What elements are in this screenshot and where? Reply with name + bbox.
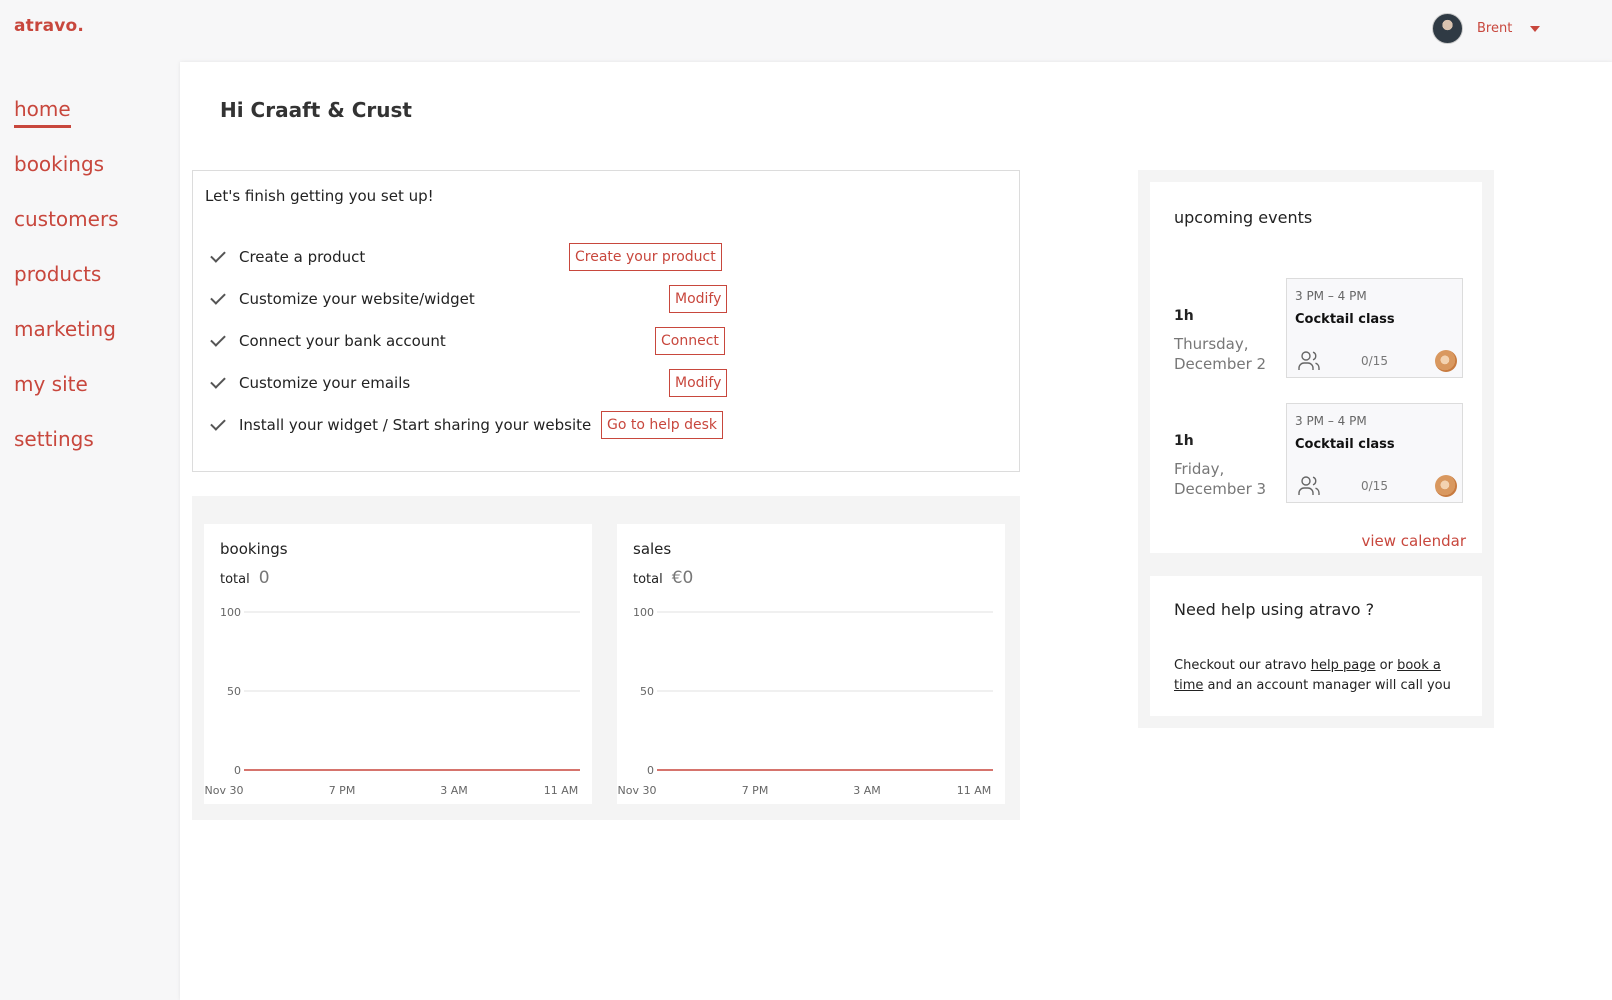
y-tick-label: 100 — [633, 606, 654, 619]
event-name: Cocktail class — [1295, 312, 1395, 327]
chart-total: total 0 — [220, 568, 270, 588]
task-label: Connect your bank account — [239, 332, 446, 350]
view-calendar-link[interactable]: view calendar — [1361, 532, 1466, 550]
sidebar-item-bookings[interactable]: bookings — [14, 150, 175, 205]
main-content: Hi Craaft & Crust Let's finish getting y… — [180, 62, 1612, 1000]
modify-website-button[interactable]: Modify — [669, 285, 728, 313]
help-page-link[interactable]: help page — [1311, 658, 1376, 673]
help-title: Need help using atravo ? — [1174, 600, 1375, 619]
setup-task: Create a product — [210, 243, 366, 271]
bookings-chart-card: bookings total 0 100 50 0 Nov 30 7 PM 3 AM 11 … — [204, 524, 592, 804]
x-tick-label: 11 AM — [957, 784, 992, 797]
chart-total-value: 0 — [258, 568, 270, 588]
x-tick-label: Nov 30 — [618, 784, 657, 797]
event-time: 3 PM – 4 PM — [1295, 414, 1367, 428]
task-label: Create a product — [239, 248, 366, 266]
people-icon — [1298, 351, 1320, 370]
help-text-part: and an account manager will call you — [1203, 678, 1451, 693]
charts-panel: bookings total 0 100 50 0 Nov 30 7 PM 3 AM 11 … — [192, 496, 1020, 820]
y-tick-label: 0 — [234, 764, 241, 777]
chart-title: sales — [633, 540, 672, 558]
sidebar-item-marketing[interactable]: marketing — [14, 315, 175, 370]
event-capacity: 0/15 — [1361, 354, 1388, 368]
page-title: Hi Craaft & Crust — [220, 98, 412, 122]
host-avatar — [1435, 350, 1457, 372]
sidebar-item-settings[interactable]: settings — [14, 425, 175, 480]
setup-title: Let's finish getting you set up! — [205, 187, 434, 205]
host-avatar — [1435, 475, 1457, 497]
sidebar-item-my-site[interactable]: my site — [14, 370, 175, 425]
chart-total: total €0 — [633, 568, 693, 588]
event-card[interactable]: 3 PM – 4 PM Cocktail class 0/15 — [1286, 403, 1463, 503]
y-tick-label: 50 — [640, 685, 654, 698]
task-label: Install your widget / Start sharing your… — [239, 416, 592, 434]
check-icon — [210, 331, 226, 347]
event-capacity: 0/15 — [1361, 479, 1388, 493]
connect-bank-button[interactable]: Connect — [655, 327, 725, 355]
y-tick-label: 50 — [227, 685, 241, 698]
event-duration: 1h — [1174, 433, 1194, 449]
check-icon — [210, 247, 226, 263]
create-product-button[interactable]: Create your product — [569, 243, 722, 271]
sidebar-nav: home bookings customers products marketi… — [0, 95, 175, 480]
event-name: Cocktail class — [1295, 437, 1395, 452]
event-date: Friday, December 3 — [1174, 460, 1267, 498]
x-tick-label: 11 AM — [544, 784, 579, 797]
event-time: 3 PM – 4 PM — [1295, 289, 1367, 303]
x-tick-label: 7 PM — [742, 784, 769, 797]
sidebar-item-customers[interactable]: customers — [14, 205, 175, 260]
x-tick-label: 3 AM — [440, 784, 468, 797]
help-text-part: Checkout our atravo — [1174, 658, 1311, 673]
event-date: Thursday, December 2 — [1174, 335, 1267, 373]
people-icon — [1298, 476, 1320, 495]
events-title: upcoming events — [1174, 208, 1313, 227]
setup-task: Customize your website/widget — [210, 285, 475, 313]
modify-emails-button[interactable]: Modify — [669, 369, 728, 397]
sales-chart-card: sales total €0 100 50 0 Nov 30 7 PM 3 AM 11 AM — [617, 524, 1005, 804]
upcoming-events-card: upcoming events 1h Thursday, December 2 … — [1150, 182, 1482, 553]
chart-total-label: total — [633, 572, 663, 587]
user-name[interactable]: Brent — [1477, 21, 1512, 36]
check-icon — [210, 289, 226, 305]
app-logo[interactable]: atravo. — [14, 16, 84, 36]
setup-task: Customize your emails — [210, 369, 411, 397]
chart-total-value: €0 — [671, 568, 694, 588]
event-item[interactable]: 1h Friday, December 3 3 PM – 4 PM Cockta… — [1150, 403, 1482, 503]
setup-task: Install your widget / Start sharing your… — [210, 411, 592, 439]
chart-total-label: total — [220, 572, 250, 587]
help-text-part: or — [1375, 658, 1398, 673]
task-label: Customize your website/widget — [239, 290, 475, 308]
bookings-chart: 100 50 0 Nov 30 7 PM 3 AM 11 AM — [205, 606, 580, 797]
chart-title: bookings — [220, 540, 288, 558]
event-card[interactable]: 3 PM – 4 PM Cocktail class 0/15 — [1286, 278, 1463, 378]
right-panel: upcoming events 1h Thursday, December 2 … — [1138, 170, 1494, 728]
task-label: Customize your emails — [239, 374, 411, 392]
setup-task: Connect your bank account — [210, 327, 446, 355]
user-menu[interactable]: Brent — [1432, 13, 1541, 44]
x-tick-label: 3 AM — [853, 784, 881, 797]
sidebar-item-home[interactable]: home — [14, 95, 175, 150]
setup-checklist: Let's finish getting you set up! Create … — [192, 170, 1020, 472]
check-icon — [210, 415, 226, 431]
chevron-down-icon[interactable] — [1530, 25, 1541, 32]
x-tick-label: 7 PM — [329, 784, 356, 797]
user-avatar[interactable] — [1432, 13, 1463, 44]
sidebar-item-products[interactable]: products — [14, 260, 175, 315]
check-icon — [210, 373, 226, 389]
help-desk-button[interactable]: Go to help desk — [601, 411, 723, 439]
help-card: Need help using atravo ? Checkout our at… — [1150, 576, 1482, 716]
y-tick-label: 0 — [647, 764, 654, 777]
event-item[interactable]: 1h Thursday, December 2 3 PM – 4 PM Cock… — [1150, 278, 1482, 378]
event-duration: 1h — [1174, 308, 1194, 324]
sales-chart: 100 50 0 Nov 30 7 PM 3 AM 11 AM — [618, 606, 993, 797]
help-text: Checkout our atravo help page or book a … — [1174, 656, 1464, 696]
x-tick-label: Nov 30 — [205, 784, 244, 797]
y-tick-label: 100 — [220, 606, 241, 619]
